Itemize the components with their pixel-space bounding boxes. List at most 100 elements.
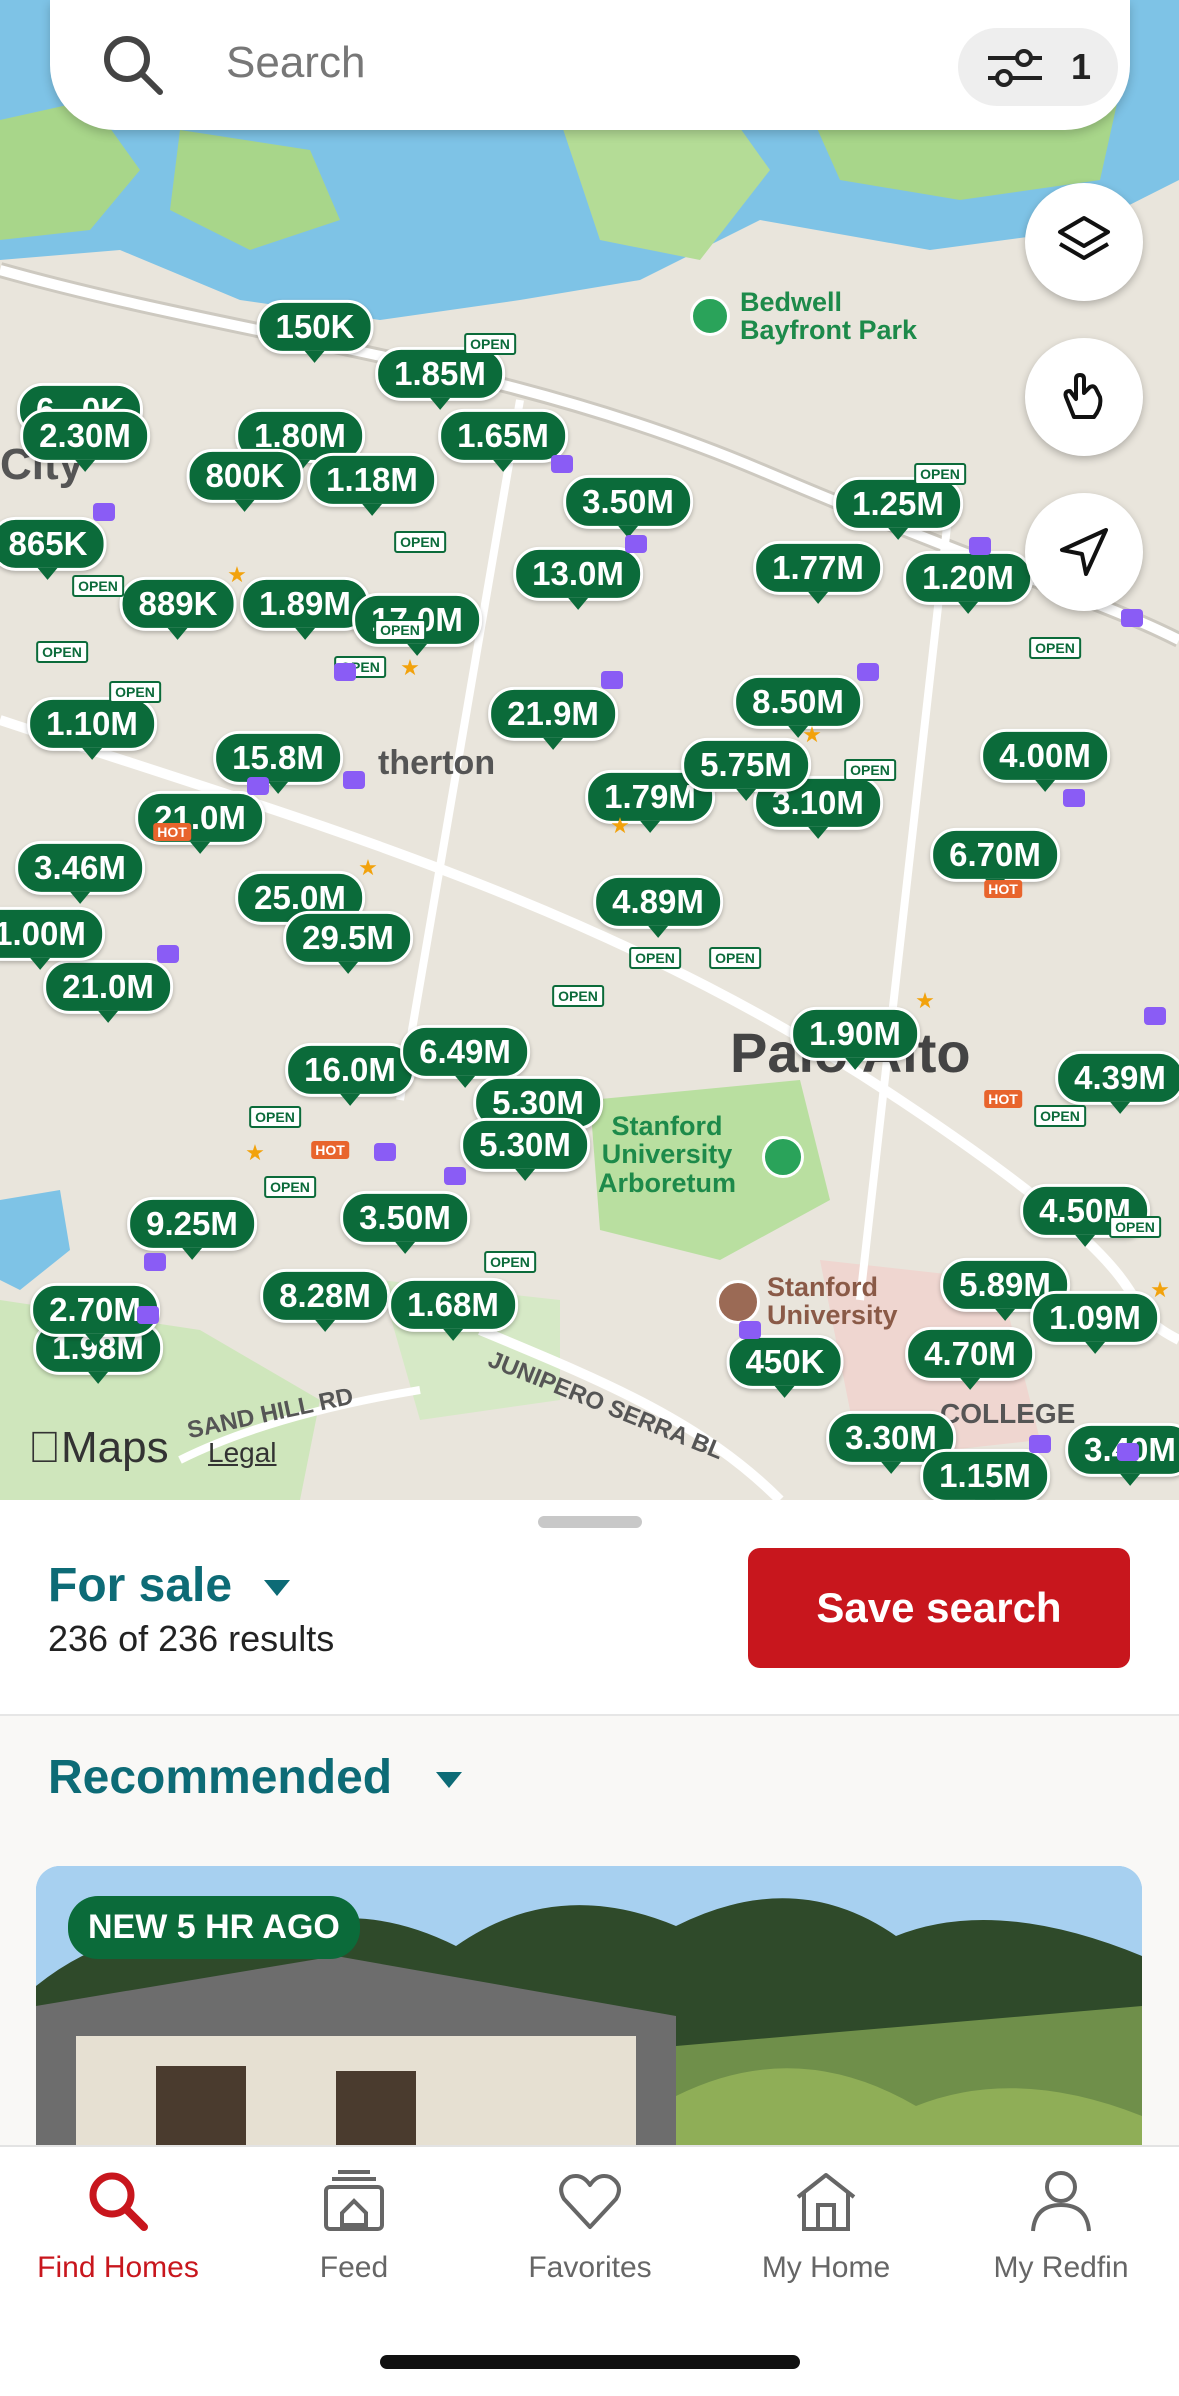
price-pin[interactable]: 3.50M — [563, 474, 693, 530]
price-pin[interactable]: 8.28M — [260, 1268, 390, 1324]
chevron-down-icon[interactable] — [262, 1578, 292, 1598]
tab-label: My Home — [761, 2251, 891, 2284]
tab-feed[interactable]: Feed — [236, 2167, 472, 2285]
video-tour-icon — [157, 945, 179, 963]
price-pin[interactable]: 9.25M — [127, 1196, 257, 1252]
star-icon: ★ — [1150, 1277, 1170, 1302]
price-pin[interactable]: 13.0M — [513, 546, 643, 602]
hot-home-tag: HOT — [153, 823, 191, 841]
price-pin[interactable]: 3.46M — [15, 840, 145, 896]
save-search-button[interactable]: Save search — [748, 1548, 1130, 1668]
new-listing-badge: NEW 5 HR AGO — [68, 1896, 360, 1959]
open-house-tag: OPEN — [484, 1251, 536, 1273]
open-house-tag: OPEN — [36, 641, 88, 663]
sheet-handle[interactable] — [538, 1516, 642, 1528]
results-sheet[interactable]: For sale 236 of 236 results Save search … — [0, 1500, 1179, 2145]
home-indicator — [380, 2355, 800, 2369]
price-pin[interactable]: 6.49M — [400, 1024, 530, 1080]
price-pin[interactable]: 1.00M — [0, 906, 105, 962]
video-tour-icon — [247, 777, 269, 795]
price-pin[interactable]: 1.10M — [27, 696, 157, 752]
price-pin[interactable]: 4.89M — [593, 874, 723, 930]
price-pin[interactable]: 4.39M — [1055, 1050, 1179, 1106]
price-pin[interactable]: 5.30M — [460, 1117, 590, 1173]
map-layers-button[interactable] — [1025, 183, 1143, 301]
price-pin[interactable]: 21.0M — [43, 959, 173, 1015]
price-pin[interactable]: 5.75M — [681, 737, 811, 793]
star-icon: ★ — [915, 988, 935, 1013]
price-pin[interactable]: 4.70M — [905, 1326, 1035, 1382]
tab-find-homes[interactable]: Find Homes — [0, 2167, 236, 2285]
price-pin[interactable]: 450K — [726, 1334, 844, 1390]
price-pin[interactable]: 1.89M — [240, 576, 370, 632]
video-tour-icon — [1144, 1007, 1166, 1025]
location-button[interactable] — [1025, 493, 1143, 611]
open-house-tag: OPEN — [72, 575, 124, 597]
video-tour-icon — [739, 1321, 761, 1339]
price-pin[interactable]: 1.09M — [1030, 1290, 1160, 1346]
tab-label: Find Homes — [37, 2251, 199, 2284]
open-house-tag: OPEN — [709, 947, 761, 969]
price-pin[interactable]: 1.15M — [920, 1448, 1050, 1500]
price-pin[interactable]: 1.20M — [903, 550, 1033, 606]
search-icon — [89, 2172, 148, 2231]
price-pin[interactable]: 3.50M — [340, 1190, 470, 1246]
draw-button[interactable] — [1025, 338, 1143, 456]
price-pin[interactable]: 1.77M — [753, 540, 883, 596]
apple-maps-logo: Maps — [28, 1423, 169, 1472]
search-bar[interactable]: Search 1 — [50, 0, 1130, 130]
filter-count: 1 — [1071, 46, 1092, 87]
listing-status-dropdown[interactable]: For sale — [48, 1558, 232, 1613]
price-pin[interactable]: 8.50M — [733, 674, 863, 730]
price-pin[interactable]: 4.00M — [980, 728, 1110, 784]
legal-link[interactable]: Legal — [208, 1437, 277, 1469]
price-pin[interactable]: 21.9M — [488, 686, 618, 742]
open-house-tag: OPEN — [264, 1176, 316, 1198]
price-pin[interactable]: 150K — [256, 299, 374, 355]
layers-icon — [1058, 216, 1110, 260]
price-pin[interactable]: 29.5M — [283, 910, 413, 966]
open-house-tag: OPEN — [1029, 637, 1081, 659]
video-tour-icon — [334, 663, 356, 681]
star-icon: ★ — [802, 722, 822, 747]
price-pin[interactable]: 1.68M — [388, 1277, 518, 1333]
tab-favorites[interactable]: Favorites — [472, 2167, 708, 2285]
video-tour-icon — [625, 535, 647, 553]
price-pin[interactable]: 800K — [186, 448, 304, 504]
price-pin[interactable]: 889K — [119, 576, 237, 632]
price-pin[interactable]: 16.0M — [285, 1042, 415, 1098]
hot-home-tag: HOT — [311, 1141, 349, 1159]
map-view[interactable]: Bedwell Bayfront Park Stanford University A… — [0, 0, 1179, 1500]
price-pin[interactable]: 1.90M — [790, 1006, 920, 1062]
hot-home-tag: HOT — [984, 880, 1022, 898]
video-tour-icon — [601, 671, 623, 689]
listing-card[interactable]: NEW 5 HR AGO — [36, 1866, 1142, 2145]
arboretum-label: Stanford University Arboretum — [598, 1111, 737, 1198]
price-pin[interactable]: 15.8M — [213, 730, 343, 786]
search-input[interactable]: Search — [226, 38, 365, 88]
star-icon: ★ — [358, 855, 378, 880]
open-house-tag: OPEN — [1034, 1105, 1086, 1127]
tab-my-redfin[interactable]: My Redfin — [943, 2167, 1179, 2285]
tab-label: Feed — [319, 2251, 389, 2284]
filter-button[interactable]: 1 — [958, 28, 1118, 106]
open-house-tag: OPEN — [464, 333, 516, 355]
tab-my-home[interactable]: My Home — [708, 2167, 944, 2285]
open-house-tag: OPEN — [394, 531, 446, 553]
video-tour-icon — [857, 663, 879, 681]
open-house-tag: OPEN — [629, 947, 681, 969]
sliders-icon — [988, 49, 1042, 87]
open-house-tag: OPEN — [552, 985, 604, 1007]
university-icon — [716, 1280, 760, 1324]
price-pin[interactable]: 2.30M — [20, 408, 150, 464]
hot-home-tag: HOT — [984, 1090, 1022, 1108]
sort-dropdown[interactable]: Recommended — [48, 1750, 392, 1805]
chevron-down-icon[interactable] — [434, 1770, 464, 1790]
price-pin[interactable]: 1.18M — [307, 452, 437, 508]
price-pin[interactable]: 6.70M — [930, 827, 1060, 883]
video-tour-icon — [1029, 1435, 1051, 1453]
price-pin[interactable]: 1.65M — [438, 408, 568, 464]
video-tour-icon — [93, 503, 115, 521]
star-icon: ★ — [610, 813, 630, 838]
price-pin[interactable]: 865K — [0, 516, 107, 572]
